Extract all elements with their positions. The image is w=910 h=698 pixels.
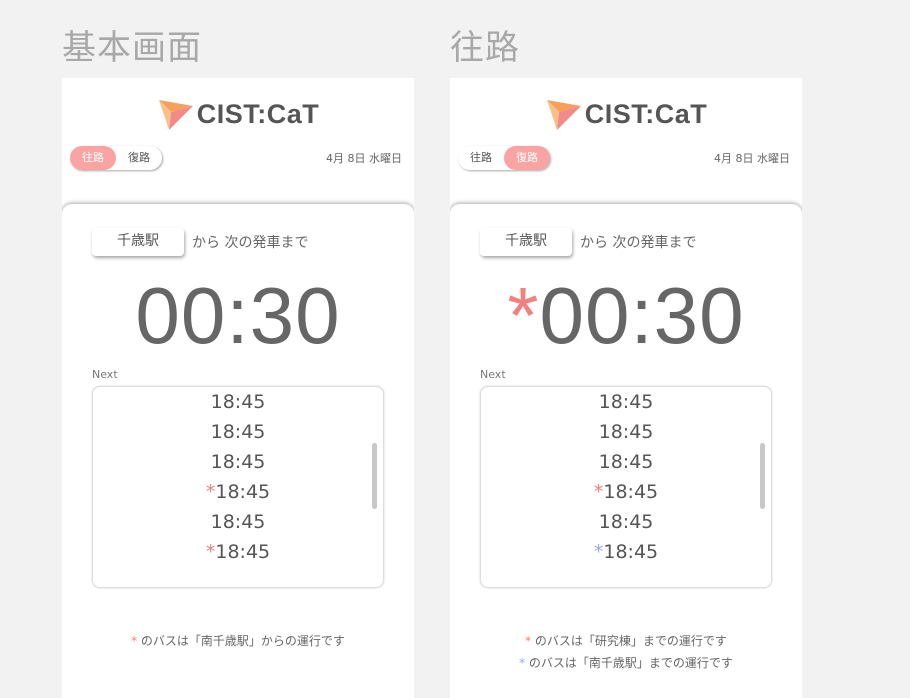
from-label: から 次の発車まで: [580, 235, 697, 251]
note-text: のバスは「研究棟」までの運行です: [534, 634, 727, 648]
departure-list[interactable]: 18:45 18:45 18:45 *18:45 18:45 *18:45: [480, 386, 772, 588]
list-item: 18:45: [93, 447, 383, 477]
countdown-time: 00:30: [539, 271, 745, 360]
time-value: 18:45: [603, 481, 659, 503]
app-logo-text: CIST:CaT: [584, 98, 708, 129]
timetable-card: 千歳駅 から 次の発車まで *00:30 Next 18:45 18:45 18…: [450, 204, 802, 698]
note-text: のバスは「南千歳駅」からの運行です: [140, 634, 345, 648]
toggle-return[interactable]: 復路: [504, 146, 550, 170]
station-row: 千歳駅 から 次の発車まで: [92, 228, 308, 256]
list-item: 18:45: [93, 507, 383, 537]
timetable-card: 千歳駅 から 次の発車まで 00:30 Next 18:45 18:45 18:…: [62, 204, 414, 698]
note-line: * のバスは「研究棟」までの運行です: [450, 630, 802, 652]
direction-toggle[interactable]: 往路 復路: [70, 146, 162, 170]
app-header: CIST:CaT: [62, 94, 414, 134]
next-label: Next: [92, 368, 118, 381]
list-item: *18:45: [93, 477, 383, 507]
note-mark: *: [525, 634, 532, 648]
notes: * のバスは「南千歳駅」からの運行です: [62, 630, 414, 652]
logo-icon: [158, 100, 193, 130]
departure-list[interactable]: 18:45 18:45 18:45 *18:45 18:45 *18:45: [92, 386, 384, 588]
list-item: 18:45: [481, 387, 771, 417]
countdown-timer: *00:30: [450, 266, 802, 366]
logo-icon: [546, 100, 581, 130]
toggle-outbound[interactable]: 往路: [70, 146, 116, 170]
direction-toggle[interactable]: 往路 復路: [458, 146, 550, 170]
countdown-timer: 00:30: [62, 266, 414, 366]
list-item: *18:45: [481, 477, 771, 507]
time-value: 18:45: [210, 451, 266, 473]
time-value: 18:45: [210, 421, 266, 443]
time-value: 18:45: [598, 421, 654, 443]
time-value: 18:45: [215, 481, 271, 503]
phone-screen-outbound: CIST:CaT 往路 復路 4月 8日 水曜日 千歳駅 から 次の発車まで *…: [450, 78, 802, 698]
list-item: 18:45: [93, 387, 383, 417]
note-line: * のバスは「南千歳駅」までの運行です: [450, 652, 802, 674]
phone-screen-basic: CIST:CaT 往路 復路 4月 8日 水曜日 千歳駅 から 次の発車まで 0…: [62, 78, 414, 698]
note-text: のバスは「南千歳駅」までの運行です: [528, 656, 733, 670]
toggle-return[interactable]: 復路: [116, 146, 162, 170]
note-line: * のバスは「南千歳駅」からの運行です: [62, 630, 414, 652]
notes: * のバスは「研究棟」までの運行です * のバスは「南千歳駅」までの運行です: [450, 630, 802, 674]
note-mark: *: [131, 634, 138, 648]
app-header: CIST:CaT: [450, 94, 802, 134]
toggle-outbound[interactable]: 往路: [458, 146, 504, 170]
screen-title: 基本画面: [62, 28, 202, 68]
note-mark: *: [519, 656, 526, 670]
time-value: 18:45: [598, 391, 654, 413]
date-label: 4月 8日 水曜日: [714, 152, 790, 165]
time-mark: *: [205, 541, 216, 563]
time-mark: *: [205, 481, 216, 503]
screen-title: 往路: [450, 28, 520, 68]
countdown-time: 00:30: [135, 271, 341, 360]
next-label: Next: [480, 368, 506, 381]
list-item: 18:45: [481, 507, 771, 537]
time-value: 18:45: [603, 541, 659, 563]
time-value: 18:45: [598, 511, 654, 533]
list-scrollbar[interactable]: [760, 443, 765, 509]
time-mark: *: [593, 481, 604, 503]
list-item: 18:45: [93, 417, 383, 447]
time-value: 18:45: [210, 511, 266, 533]
time-value: 18:45: [210, 391, 266, 413]
countdown-mark: *: [507, 271, 540, 360]
list-item: *18:45: [93, 537, 383, 567]
date-label: 4月 8日 水曜日: [326, 152, 402, 165]
station-select-button[interactable]: 千歳駅: [480, 228, 572, 256]
list-scrollbar[interactable]: [372, 443, 377, 509]
list-item: 18:45: [481, 447, 771, 477]
list-item: *18:45: [481, 537, 771, 567]
time-mark: *: [593, 541, 604, 563]
station-select-button[interactable]: 千歳駅: [92, 228, 184, 256]
time-value: 18:45: [598, 451, 654, 473]
time-value: 18:45: [215, 541, 271, 563]
station-row: 千歳駅 から 次の発車まで: [480, 228, 696, 256]
from-label: から 次の発車まで: [192, 235, 309, 251]
app-logo-text: CIST:CaT: [196, 98, 320, 129]
list-item: 18:45: [481, 417, 771, 447]
